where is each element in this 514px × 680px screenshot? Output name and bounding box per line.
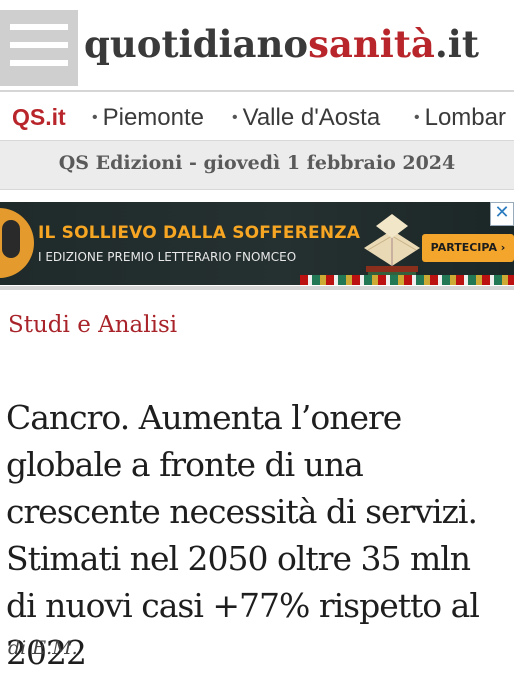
banner-title: IL SOLLIEVO DALLA SOFFERENZA bbox=[38, 223, 361, 243]
nav-item-lombardia[interactable]: Lombar bbox=[414, 104, 506, 132]
close-ad-icon[interactable]: ✕ bbox=[490, 202, 514, 226]
nav-item-piemonte[interactable]: Piemonte bbox=[92, 104, 204, 132]
logo-text-sanita: sanità bbox=[308, 22, 435, 66]
article-headline[interactable]: Cancro. Aumenta l’onere globale a fronte… bbox=[6, 394, 506, 676]
books-icon bbox=[364, 214, 420, 278]
banner-books-stripe bbox=[300, 275, 514, 285]
logo-text-quotidiano: quotidiano bbox=[84, 22, 309, 66]
nav-item-valle-daosta[interactable]: Valle d'Aosta bbox=[232, 104, 381, 132]
section-label[interactable]: Studi e Analisi bbox=[8, 312, 177, 338]
banner-silhouette bbox=[2, 220, 20, 258]
banner-subtitle: I EDIZIONE PREMIO LETTERARIO FNOMCEO bbox=[38, 250, 297, 264]
partecipa-button[interactable]: PARTECIPA › bbox=[422, 234, 514, 262]
article-author: di E.M. bbox=[8, 637, 78, 659]
banner-divider bbox=[0, 286, 514, 290]
edition-date-text: QS Edizioni - giovedì 1 febbraio 2024 bbox=[58, 152, 456, 174]
site-header: quotidianosanità.it bbox=[0, 0, 514, 90]
nav-brand-link[interactable]: QS.it bbox=[12, 104, 66, 131]
site-logo[interactable]: quotidianosanità.it bbox=[84, 22, 479, 66]
region-nav: QS.it Piemonte Valle d'Aosta Lombar bbox=[0, 92, 514, 140]
edition-bar: QS Edizioni - giovedì 1 febbraio 2024 bbox=[0, 140, 514, 190]
hamburger-menu-icon[interactable] bbox=[0, 10, 78, 86]
ad-banner[interactable]: IL SOLLIEVO DALLA SOFFERENZA I EDIZIONE … bbox=[0, 202, 514, 285]
logo-text-tld: .it bbox=[434, 22, 479, 66]
